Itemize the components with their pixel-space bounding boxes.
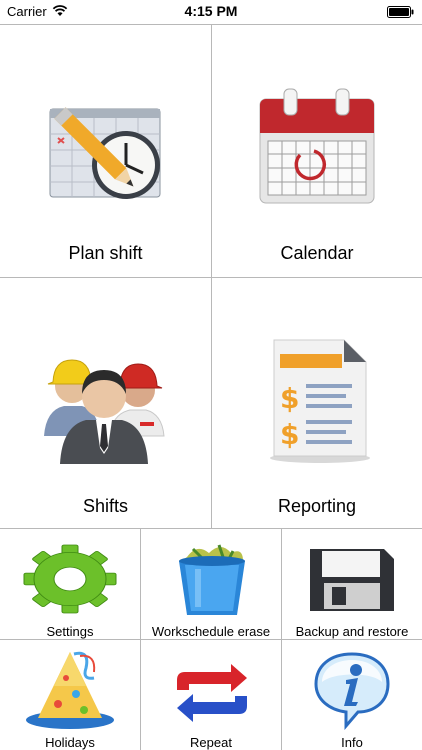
calendar-label: Calendar bbox=[280, 243, 354, 263]
repeat-arrows-icon bbox=[177, 664, 247, 722]
status-bar: Carrier 4:15 PM bbox=[0, 0, 422, 24]
party-hat-icon bbox=[26, 651, 114, 729]
settings-tile[interactable]: Settings bbox=[0, 529, 141, 640]
holidays-label: Holidays bbox=[45, 735, 95, 750]
clock-time: 4:15 PM bbox=[184, 3, 238, 19]
calendar-tile[interactable]: Calendar bbox=[212, 25, 422, 278]
workschedule-erase-tile[interactable]: Workschedule erase bbox=[141, 529, 282, 640]
repeat-label: Repeat bbox=[190, 735, 232, 750]
info-tile[interactable]: Info bbox=[282, 640, 422, 750]
workschedule-erase-label: Workschedule erase bbox=[151, 624, 271, 639]
plan-shift-tile[interactable]: Plan shift bbox=[0, 25, 212, 278]
calendar-icon bbox=[259, 88, 375, 204]
repeat-tile[interactable]: Repeat bbox=[141, 640, 282, 750]
shifts-tile[interactable]: Shifts bbox=[0, 278, 212, 529]
battery-icon bbox=[387, 6, 414, 18]
gear-icon bbox=[23, 544, 117, 614]
info-label: Info bbox=[341, 735, 363, 750]
plan-shift-label: Plan shift bbox=[68, 243, 143, 263]
holidays-tile[interactable]: Holidays bbox=[0, 640, 141, 750]
reporting-label: Reporting bbox=[277, 496, 357, 516]
svg-text:$: $ bbox=[280, 382, 299, 415]
shifts-label: Shifts bbox=[82, 496, 129, 516]
report-icon: $ $ bbox=[270, 339, 370, 463]
plan-shift-icon bbox=[49, 107, 161, 199]
trash-bin-icon bbox=[179, 544, 245, 615]
svg-text:$: $ bbox=[280, 418, 299, 451]
info-icon bbox=[314, 652, 390, 730]
backup-restore-tile[interactable]: Backup and restore bbox=[282, 529, 422, 640]
main-menu-grid: Plan shift Calendar Shifts $ $ Reporting… bbox=[0, 24, 422, 750]
reporting-tile[interactable]: $ $ Reporting bbox=[212, 278, 422, 529]
settings-label: Settings bbox=[46, 624, 94, 639]
workers-icon bbox=[44, 359, 165, 464]
floppy-disk-icon bbox=[310, 549, 394, 611]
backup-restore-label: Backup and restore bbox=[295, 624, 409, 639]
